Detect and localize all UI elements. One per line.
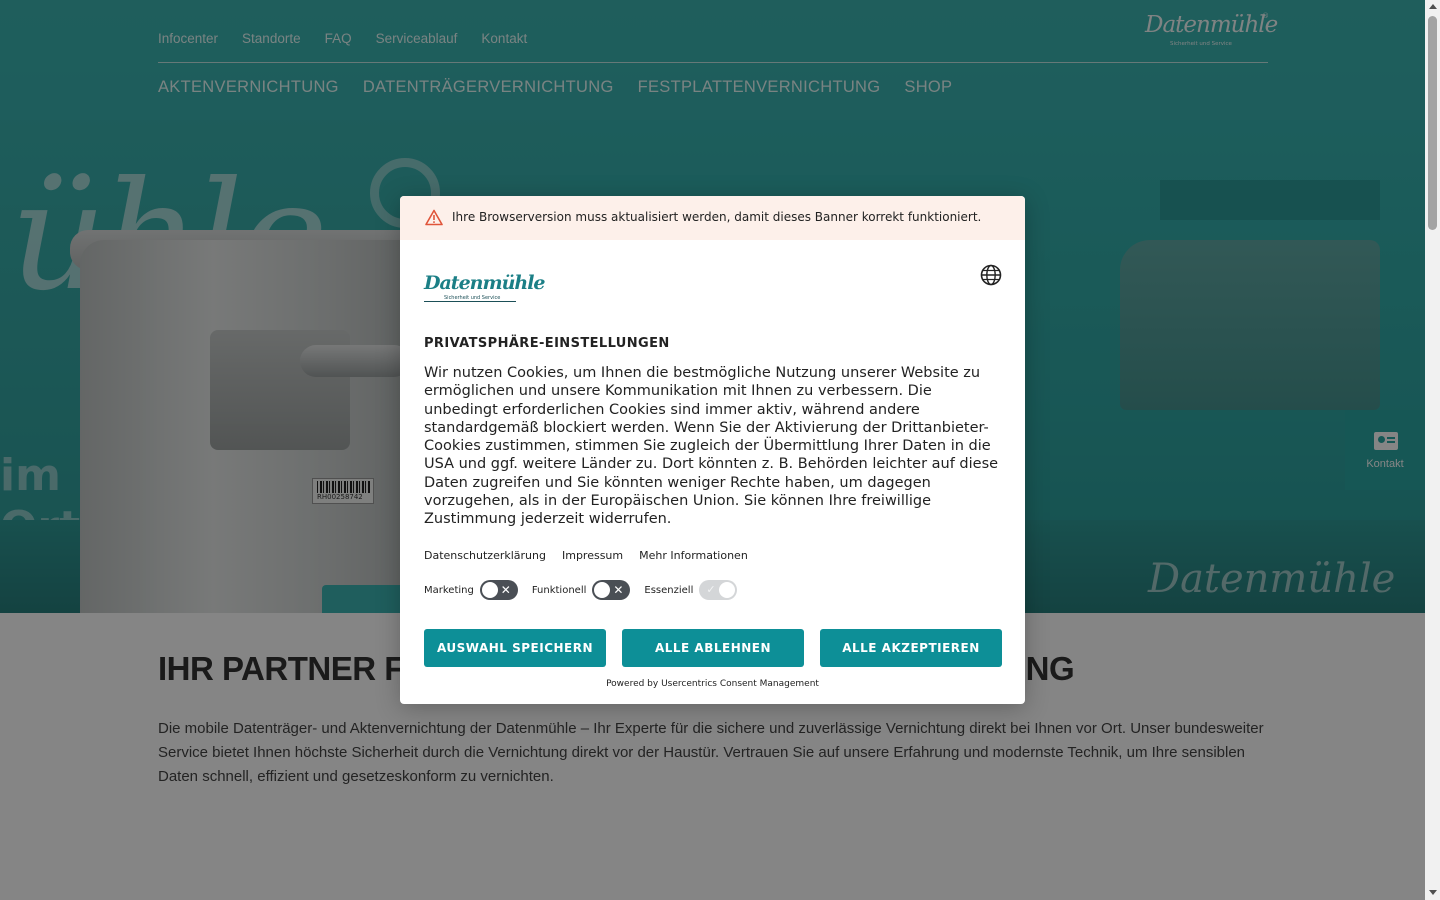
toggle-group-marketing: Marketing ✕: [424, 580, 518, 600]
toggle-label-essenziell: Essenziell: [644, 584, 694, 596]
consent-logo-underline: [424, 301, 516, 302]
consent-buttons: AUSWAHL SPEICHERN ALLE ABLEHNEN ALLE AKZ…: [424, 629, 1002, 667]
funktionell-toggle[interactable]: ✕: [592, 580, 631, 600]
consent-logo: Datenmühle Sicherheit und Service: [424, 272, 546, 304]
scroll-up-arrow-icon[interactable]: [1429, 4, 1437, 9]
link-mehr-informationen[interactable]: Mehr Informationen: [639, 549, 748, 562]
deny-all-button[interactable]: ALLE ABLEHNEN: [622, 629, 804, 667]
scrollbar-thumb[interactable]: [1428, 16, 1437, 230]
consent-body: Wir nutzen Cookies, um Ihnen die bestmög…: [424, 365, 999, 528]
warning-icon: [425, 209, 443, 226]
save-selection-button[interactable]: AUSWAHL SPEICHERN: [424, 629, 606, 667]
page-scrollbar[interactable]: [1425, 0, 1440, 900]
link-datenschutzerklaerung[interactable]: Datenschutzerklärung: [424, 549, 546, 562]
browser-warning-bar: Ihre Browserversion muss aktualisiert we…: [400, 196, 1025, 240]
toggle-label-marketing: Marketing: [424, 584, 474, 596]
toggle-group-funktionell: Funktionell ✕: [532, 580, 631, 600]
toggle-off-icon: ✕: [500, 583, 511, 597]
scroll-down-arrow-icon[interactable]: [1429, 890, 1437, 895]
toggle-check-icon: ✓: [706, 583, 716, 596]
toggle-knob: [719, 582, 736, 598]
accept-all-button[interactable]: ALLE AKZEPTIEREN: [820, 629, 1002, 667]
toggle-knob: [594, 582, 611, 598]
consent-logo-wordmark: Datenmühle: [424, 272, 546, 294]
link-impressum[interactable]: Impressum: [562, 549, 623, 562]
toggle-off-icon: ✕: [613, 583, 624, 597]
page: ühle im U Ort in Datenmühle RH00258742 I…: [0, 0, 1425, 900]
toggle-knob: [481, 582, 498, 598]
toggle-group-essenziell: Essenziell ✓: [644, 580, 738, 600]
essenziell-toggle: ✓: [699, 580, 738, 600]
consent-dialog: Ihre Browserversion muss aktualisiert we…: [400, 196, 1025, 704]
powered-by[interactable]: Powered by Usercentrics Consent Manageme…: [400, 679, 1025, 689]
marketing-toggle[interactable]: ✕: [479, 580, 518, 600]
toggle-label-funktionell: Funktionell: [531, 584, 587, 596]
browser-warning-text: Ihre Browserversion muss aktualisiert we…: [452, 210, 982, 224]
consent-toggles: Marketing ✕ Funktionell ✕ Essenziell ✓: [424, 580, 751, 600]
consent-title: PRIVATSPHÄRE-EINSTELLUNGEN: [424, 336, 670, 351]
globe-icon[interactable]: [980, 264, 1002, 286]
consent-links: Datenschutzerklärung Impressum Mehr Info…: [424, 549, 748, 562]
